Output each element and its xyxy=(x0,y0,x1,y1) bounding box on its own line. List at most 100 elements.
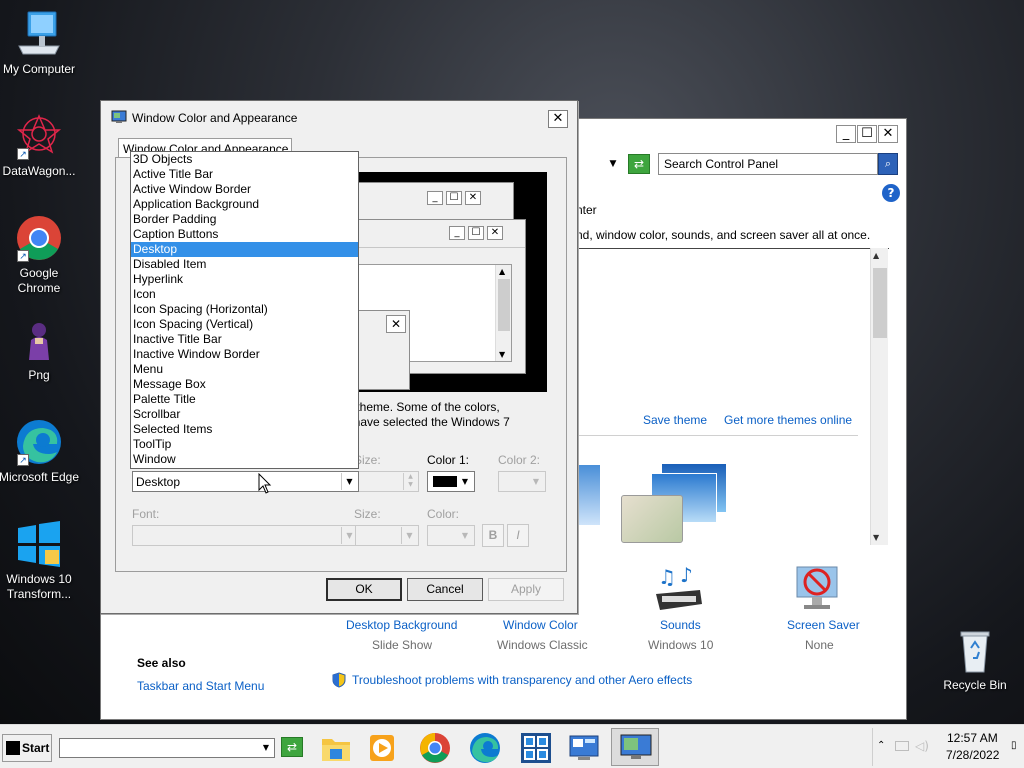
windows-icon xyxy=(15,520,63,568)
display-settings-taskbar-button[interactable] xyxy=(611,728,659,766)
media-player-icon[interactable] xyxy=(364,731,400,765)
color1-picker[interactable]: ▼ xyxy=(427,471,475,492)
list-item[interactable]: Icon Spacing (Horizontal) xyxy=(131,302,358,317)
ok-button[interactable]: OK xyxy=(326,578,402,601)
desktop-icon-png[interactable]: Png xyxy=(0,316,81,383)
bold-button[interactable]: B xyxy=(482,524,504,547)
chevron-down-icon: ▼ xyxy=(461,531,469,540)
desktop-icon-my-computer[interactable]: My Computer xyxy=(0,10,81,77)
taskbar: Start ▼ ⇄ ⌃ ◁) 12:57 AM 7/28/2022 ▯ xyxy=(0,724,1024,768)
desktop-icon-label: DataWagon... xyxy=(2,164,76,178)
color1-label: Color 1: xyxy=(427,453,470,467)
troubleshoot-link[interactable]: Troubleshoot problems with transparency … xyxy=(352,673,692,687)
chrome-icon[interactable] xyxy=(417,731,453,765)
list-item[interactable]: Window xyxy=(131,452,358,467)
list-item[interactable]: Inactive Window Border xyxy=(131,347,358,362)
close-button[interactable]: ✕ xyxy=(878,125,898,143)
theme-thumbnail-flowers[interactable] xyxy=(621,463,741,543)
font-label: Font: xyxy=(132,507,160,521)
see-also-heading: See also xyxy=(137,656,186,670)
italic-button[interactable]: I xyxy=(507,524,529,547)
info-text-line-2: ou have selected the Windows 7 xyxy=(337,415,510,429)
personalization-heading-fragment: nter xyxy=(576,203,597,217)
color2-picker[interactable]: ▼ xyxy=(498,471,546,492)
clock-time[interactable]: 12:57 AM xyxy=(947,731,998,745)
help-icon[interactable]: ? xyxy=(882,184,900,202)
volume-icon[interactable]: ◁) xyxy=(915,739,929,753)
address-dropdown-arrow[interactable]: ▼ xyxy=(606,157,620,171)
shield-icon xyxy=(332,672,346,688)
list-item[interactable]: Border Padding xyxy=(131,212,358,227)
search-input[interactable]: Search Control Panel xyxy=(658,153,878,175)
get-more-themes-link[interactable]: Get more themes online xyxy=(724,413,852,427)
chevron-up-icon[interactable]: ⌃ xyxy=(877,740,885,751)
save-theme-link[interactable]: Save theme xyxy=(643,413,707,427)
desktop-icon-edge[interactable]: ↗ Microsoft Edge xyxy=(0,418,81,485)
list-item[interactable]: Disabled Item xyxy=(131,257,358,272)
system-tray: ⌃ ◁) 12:57 AM 7/28/2022 ▯ xyxy=(872,728,1022,766)
list-item[interactable]: Hyperlink xyxy=(131,272,358,287)
list-item[interactable]: Menu xyxy=(131,362,358,377)
list-item[interactable]: Application Background xyxy=(131,197,358,212)
font-size-label: Size: xyxy=(354,507,381,521)
control-panel-taskbar-icon[interactable] xyxy=(566,731,602,765)
network-icon[interactable] xyxy=(895,741,909,751)
window-color-value: Windows Classic xyxy=(497,638,588,652)
window-color-link[interactable]: Window Color xyxy=(503,618,578,632)
notification-icon[interactable]: ▯ xyxy=(1011,740,1017,751)
desktop-icon-datawagon[interactable]: ↗ DataWagon... xyxy=(0,112,81,179)
file-explorer-icon[interactable] xyxy=(318,731,354,765)
font-color-picker[interactable]: ▼ xyxy=(427,525,475,546)
list-item[interactable]: Message Box xyxy=(131,377,358,392)
info-text-line-1: s 7 theme. Some of the colors, xyxy=(337,400,500,414)
svg-text:♪: ♪ xyxy=(680,564,693,587)
list-item[interactable]: Icon xyxy=(131,287,358,302)
start-label: Start xyxy=(22,741,50,755)
screen-saver-link[interactable]: Screen Saver xyxy=(787,618,860,632)
edge-icon[interactable] xyxy=(467,731,503,765)
list-item-selected[interactable]: Desktop xyxy=(131,242,358,257)
list-item[interactable]: Palette Title xyxy=(131,392,358,407)
start-menu-tiles-icon[interactable] xyxy=(518,731,554,765)
sounds-link[interactable]: Sounds xyxy=(660,618,701,632)
clock-date[interactable]: 7/28/2022 xyxy=(946,748,999,762)
list-item[interactable]: ToolTip xyxy=(131,437,358,452)
color1-swatch xyxy=(433,476,457,487)
list-item[interactable]: 3D Objects xyxy=(131,152,358,167)
cancel-button[interactable]: Cancel xyxy=(407,578,483,601)
refresh-button[interactable]: ⇄ xyxy=(628,154,650,174)
font-size-select[interactable]: ▼ xyxy=(355,525,419,546)
shortcut-arrow-icon: ↗ xyxy=(17,250,29,262)
desktop-background-value: Slide Show xyxy=(372,638,433,652)
chrome-icon: ↗ xyxy=(15,214,63,262)
item-dropdown-list[interactable]: 3D Objects Active Title Bar Active Windo… xyxy=(130,151,359,469)
theme-thumbnail-partial[interactable] xyxy=(576,465,600,525)
dialog-close-button[interactable]: ✕ xyxy=(548,110,568,128)
list-item[interactable]: Selected Items xyxy=(131,422,358,437)
maximize-button[interactable]: ☐ xyxy=(857,125,877,143)
minimize-button[interactable]: _ xyxy=(836,125,856,143)
go-button[interactable]: ⇄ xyxy=(281,737,303,757)
list-item[interactable]: Inactive Title Bar xyxy=(131,332,358,347)
list-item[interactable]: Active Window Border xyxy=(131,182,358,197)
apply-button[interactable]: Apply xyxy=(488,578,564,601)
dialog-title-bar: Window Color and Appearance ✕ xyxy=(101,101,577,131)
desktop-background-link[interactable]: Desktop Background xyxy=(346,618,457,632)
list-item[interactable]: Icon Spacing (Vertical) xyxy=(131,317,358,332)
chevron-down-icon[interactable]: ▼ xyxy=(341,473,357,490)
list-item[interactable]: Caption Buttons xyxy=(131,227,358,242)
theme-list-scrollbar[interactable]: ▲ ▼ xyxy=(870,248,888,545)
list-item[interactable]: Active Title Bar xyxy=(131,167,358,182)
desktop-icon-recycle-bin[interactable]: Recycle Bin xyxy=(933,626,1017,693)
address-toolbar-input[interactable]: ▼ xyxy=(59,738,275,758)
shortcut-arrow-icon: ↗ xyxy=(17,454,29,466)
desktop-icon-windows10-transform[interactable]: Windows 10 Transform... xyxy=(0,520,81,602)
size-spinner[interactable]: ▲ ▼ xyxy=(355,471,419,492)
desktop-icon-chrome[interactable]: ↗ Google Chrome xyxy=(0,214,81,296)
list-item[interactable]: Scrollbar xyxy=(131,407,358,422)
start-button[interactable]: Start xyxy=(2,734,52,762)
item-select[interactable]: Desktop ▼ xyxy=(132,471,359,492)
font-select[interactable]: ▼ xyxy=(132,525,359,546)
search-icon[interactable]: ⌕ xyxy=(878,153,898,175)
taskbar-start-menu-link[interactable]: Taskbar and Start Menu xyxy=(137,679,264,693)
